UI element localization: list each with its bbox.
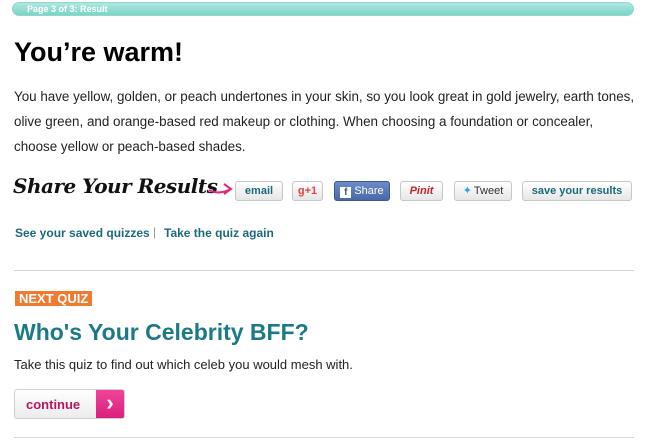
result-title: You’re warm! — [14, 37, 184, 67]
email-label: email — [244, 185, 274, 197]
pinterest-button[interactable]: Pinit — [400, 181, 443, 201]
facebook-share-button[interactable]: f Share — [334, 181, 390, 201]
email-share-button[interactable]: email — [235, 181, 283, 201]
pinterest-icon: Pinit — [409, 185, 434, 197]
bottom-divider — [14, 437, 634, 438]
facebook-label: Share — [354, 185, 384, 197]
google-plus-button[interactable]: g+1 — [292, 181, 323, 201]
continue-label: continue — [26, 397, 81, 412]
arrow-icon — [208, 183, 233, 195]
take-quiz-again-link[interactable]: Take the quiz again — [164, 226, 274, 240]
saved-quizzes-link[interactable]: See your saved quizzes — [15, 226, 150, 240]
facebook-icon: f — [340, 187, 352, 198]
tweet-label: Tweet — [473, 185, 504, 197]
progress-label: Page 3 of 3: Result — [27, 4, 108, 14]
next-quiz-badge: NEXT QUIZ — [15, 291, 93, 306]
section-divider — [14, 270, 634, 271]
tweet-button[interactable]: ✦ Tweet — [454, 181, 512, 201]
link-separator: | — [153, 225, 157, 239]
chevron-right-icon: › — [96, 390, 124, 418]
result-description: You have yellow, golden, or peach undert… — [14, 89, 635, 154]
progress-bar: Page 3 of 3: Result — [12, 2, 634, 16]
continue-button[interactable]: continue › — [14, 389, 125, 419]
google-plus-icon: g+1 — [297, 185, 318, 197]
save-results-label: save your results — [531, 185, 623, 197]
share-results-heading: Share Your Results — [13, 174, 218, 198]
next-quiz-title[interactable]: Who's Your Celebrity BFF? — [14, 317, 309, 347]
save-results-button[interactable]: save your results — [522, 181, 632, 201]
next-quiz-description: Take this quiz to find out which celeb y… — [14, 357, 353, 372]
twitter-bird-icon: ✦ — [462, 185, 472, 197]
